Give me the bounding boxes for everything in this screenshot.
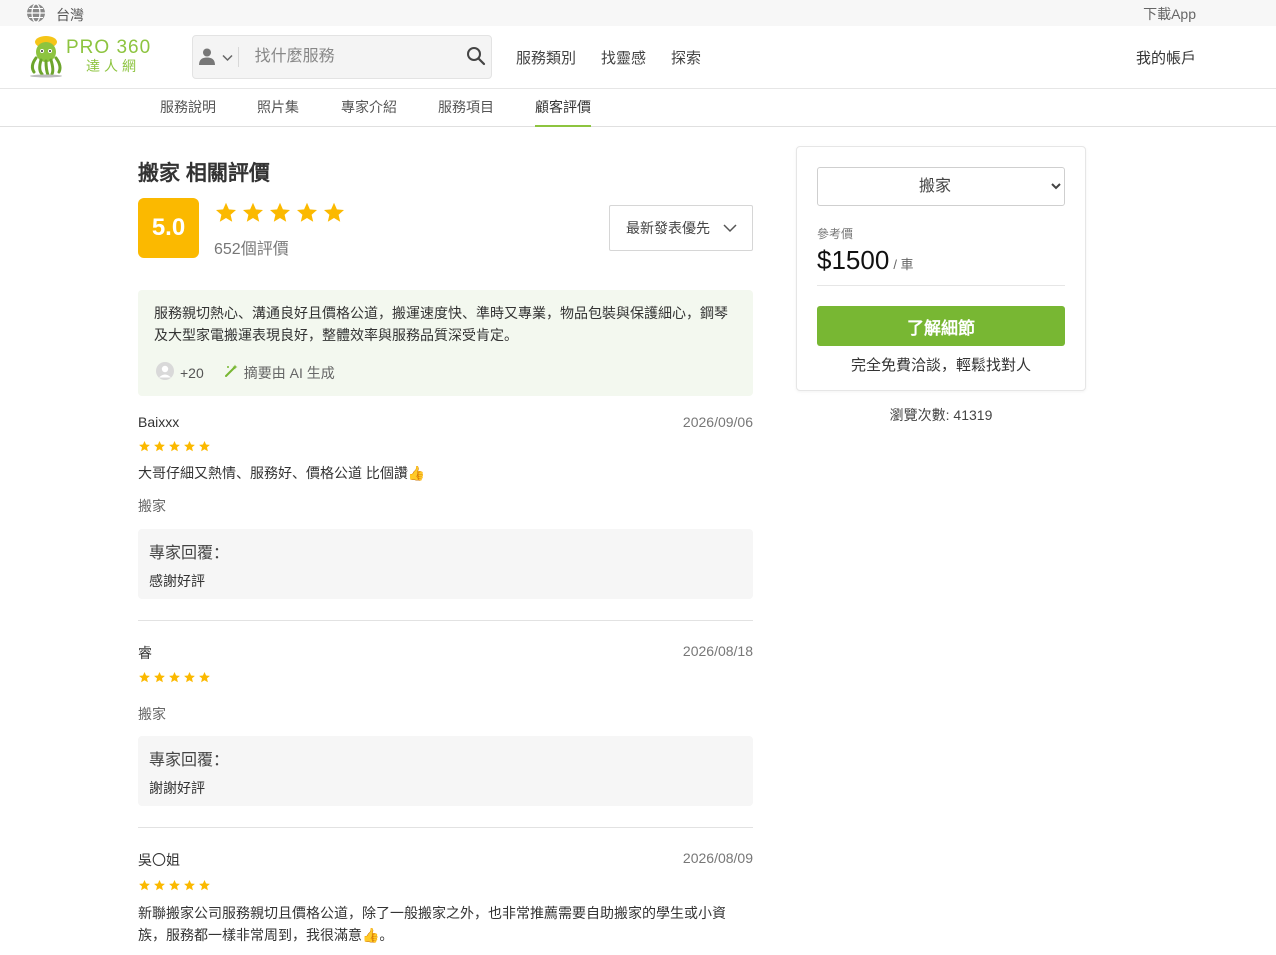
logo[interactable]: PRO 360 達人網: [26, 32, 156, 78]
expert-reply-label: 專家回覆：: [149, 752, 230, 769]
star-icon: [324, 202, 344, 222]
review-divider: [138, 827, 753, 828]
review-date: 2026/08/18: [682, 643, 753, 659]
ai-generated-label: 摘要由 AI 生成: [243, 364, 335, 381]
reviewer-name: 睿: [138, 645, 152, 661]
quote-panel: 搬家 參考價 $1500/ 車 了解細節 完全免費洽談，輕鬆找對人: [796, 146, 1086, 391]
review-comment: 新聯搬家公司服務親切且價格公道，除了一般搬家之外，也非常推薦需要自助搬家的學生或…: [138, 905, 726, 943]
search-input[interactable]: [238, 36, 462, 78]
section-tabs: 服務說明 照片集 專家介紹 服務項目 顧客評價: [0, 88, 1276, 127]
avatar-icon: [156, 362, 174, 383]
main-header: PRO 360 達人網 服務類別 找靈感 探索 我的帳戶: [0, 26, 1276, 88]
logo-brand: PRO 360: [66, 37, 152, 58]
logo-sub: 達人網: [86, 58, 140, 74]
reference-price-label: 參考價: [817, 227, 854, 241]
expert-reply-text: 謝謝好評: [149, 780, 205, 796]
star-icon: [184, 440, 195, 452]
expert-reply: 專家回覆： 謝謝好評: [138, 736, 753, 806]
star-icon: [154, 440, 165, 452]
expert-reply-label: 專家回覆：: [149, 545, 230, 562]
star-icon: [169, 440, 180, 452]
search-icon: [466, 46, 486, 69]
logo-text: PRO 360 達人網: [66, 37, 152, 75]
my-account-link[interactable]: 我的帳戶: [1136, 47, 1196, 68]
star-icon: [139, 879, 150, 891]
star-icon: [216, 202, 236, 222]
panel-divider: [817, 285, 1065, 286]
download-app-link[interactable]: 下載App: [1143, 4, 1196, 24]
review-stars: [138, 440, 211, 453]
review-item: Baixxx 2026/09/06 大哥仔細又熱情、服務好、價格公道 比個讚👍 …: [138, 414, 753, 624]
review-date: 2026/09/06: [682, 414, 753, 430]
review-divider: [138, 620, 753, 621]
chevron-down-icon: [722, 220, 738, 239]
tab-customer-reviews[interactable]: 顧客評價: [535, 97, 591, 127]
learn-details-button[interactable]: 了解細節: [817, 306, 1065, 346]
region-label: 台灣: [56, 6, 84, 23]
ai-summary-meta: +20 摘要由 AI 生成: [156, 362, 335, 383]
search-bar: [192, 35, 492, 79]
ai-source-count: +20: [180, 364, 204, 381]
review-service-tag: 搬家: [138, 706, 166, 722]
nav-explore[interactable]: 探索: [671, 47, 701, 68]
price-unit: / 車: [893, 257, 914, 272]
reviewer-name: 吳〇姐: [138, 852, 180, 868]
star-icon: [139, 671, 150, 683]
star-icon: [184, 671, 195, 683]
star-icon: [243, 202, 263, 222]
star-icon: [139, 440, 150, 452]
search-button[interactable]: [462, 36, 491, 78]
chevron-down-icon: [222, 49, 233, 65]
sort-dropdown[interactable]: 最新發表優先: [609, 205, 753, 251]
star-icon: [154, 671, 165, 683]
star-icon: [169, 879, 180, 891]
region-selector[interactable]: 台灣: [26, 3, 84, 26]
reviews-title: 搬家 相關評價: [138, 162, 270, 185]
review-service-tag: 搬家: [138, 498, 166, 514]
review-comment: 大哥仔細又熱情、服務好、價格公道 比個讚👍: [138, 465, 426, 481]
main-nav: 服務類別 找靈感 探索: [516, 47, 701, 68]
globe-icon: [26, 3, 46, 26]
magic-wand-icon: [224, 364, 238, 381]
review-stars: [138, 671, 211, 684]
expert-reply-text: 感謝好評: [149, 573, 205, 589]
user-icon: [198, 47, 216, 68]
tab-service-description[interactable]: 服務說明: [160, 97, 216, 125]
star-icon: [199, 440, 210, 452]
octopus-mascot-icon: [30, 36, 62, 78]
star-icon: [154, 879, 165, 891]
review-item: 睿 2026/08/18 搬家 專家回覆： 謝謝好評: [138, 643, 753, 833]
view-count: 瀏覽次數: 41319: [889, 407, 993, 423]
user-type-dropdown[interactable]: [193, 47, 239, 67]
free-consult-note: 完全免費洽談，輕鬆找對人: [850, 357, 1031, 374]
top-utility-bar: 台灣 下載App: [0, 0, 1276, 26]
ai-summary-box: 服務親切熱心、溝通良好且價格公道，搬運速度快、準時又專業，物品包裝與保護細心，鋼…: [138, 290, 753, 396]
tab-service-items[interactable]: 服務項目: [438, 97, 494, 125]
tab-photos[interactable]: 照片集: [257, 97, 299, 125]
reviewer-name: Baixxx: [138, 414, 180, 430]
reference-price: $1500/ 車: [817, 245, 914, 276]
review-date: 2026/08/09: [682, 850, 753, 866]
review-count: 652個評價: [214, 241, 289, 258]
service-select[interactable]: 搬家: [817, 167, 1065, 206]
star-icon: [199, 671, 210, 683]
nav-inspiration[interactable]: 找靈感: [601, 47, 646, 68]
average-score: 5.0: [138, 198, 199, 258]
nav-service-categories[interactable]: 服務類別: [516, 47, 576, 68]
star-icon: [169, 671, 180, 683]
star-icon: [297, 202, 317, 222]
tab-expert-intro[interactable]: 專家介紹: [341, 97, 397, 125]
ai-summary-text: 服務親切熱心、溝通良好且價格公道，搬運速度快、準時又專業，物品包裝與保護細心，鋼…: [154, 305, 728, 343]
sort-label: 最新發表優先: [626, 220, 710, 236]
star-icon: [199, 879, 210, 891]
expert-reply: 專家回覆： 感謝好評: [138, 529, 753, 599]
average-rating-stars: [214, 201, 346, 225]
price-value: $1500: [817, 245, 890, 275]
star-icon: [270, 202, 290, 222]
star-icon: [184, 879, 195, 891]
review-stars: [138, 879, 211, 892]
review-item: 吳〇姐 2026/08/09 新聯搬家公司服務親切且價格公道，除了一般搬家之外，…: [138, 850, 753, 950]
